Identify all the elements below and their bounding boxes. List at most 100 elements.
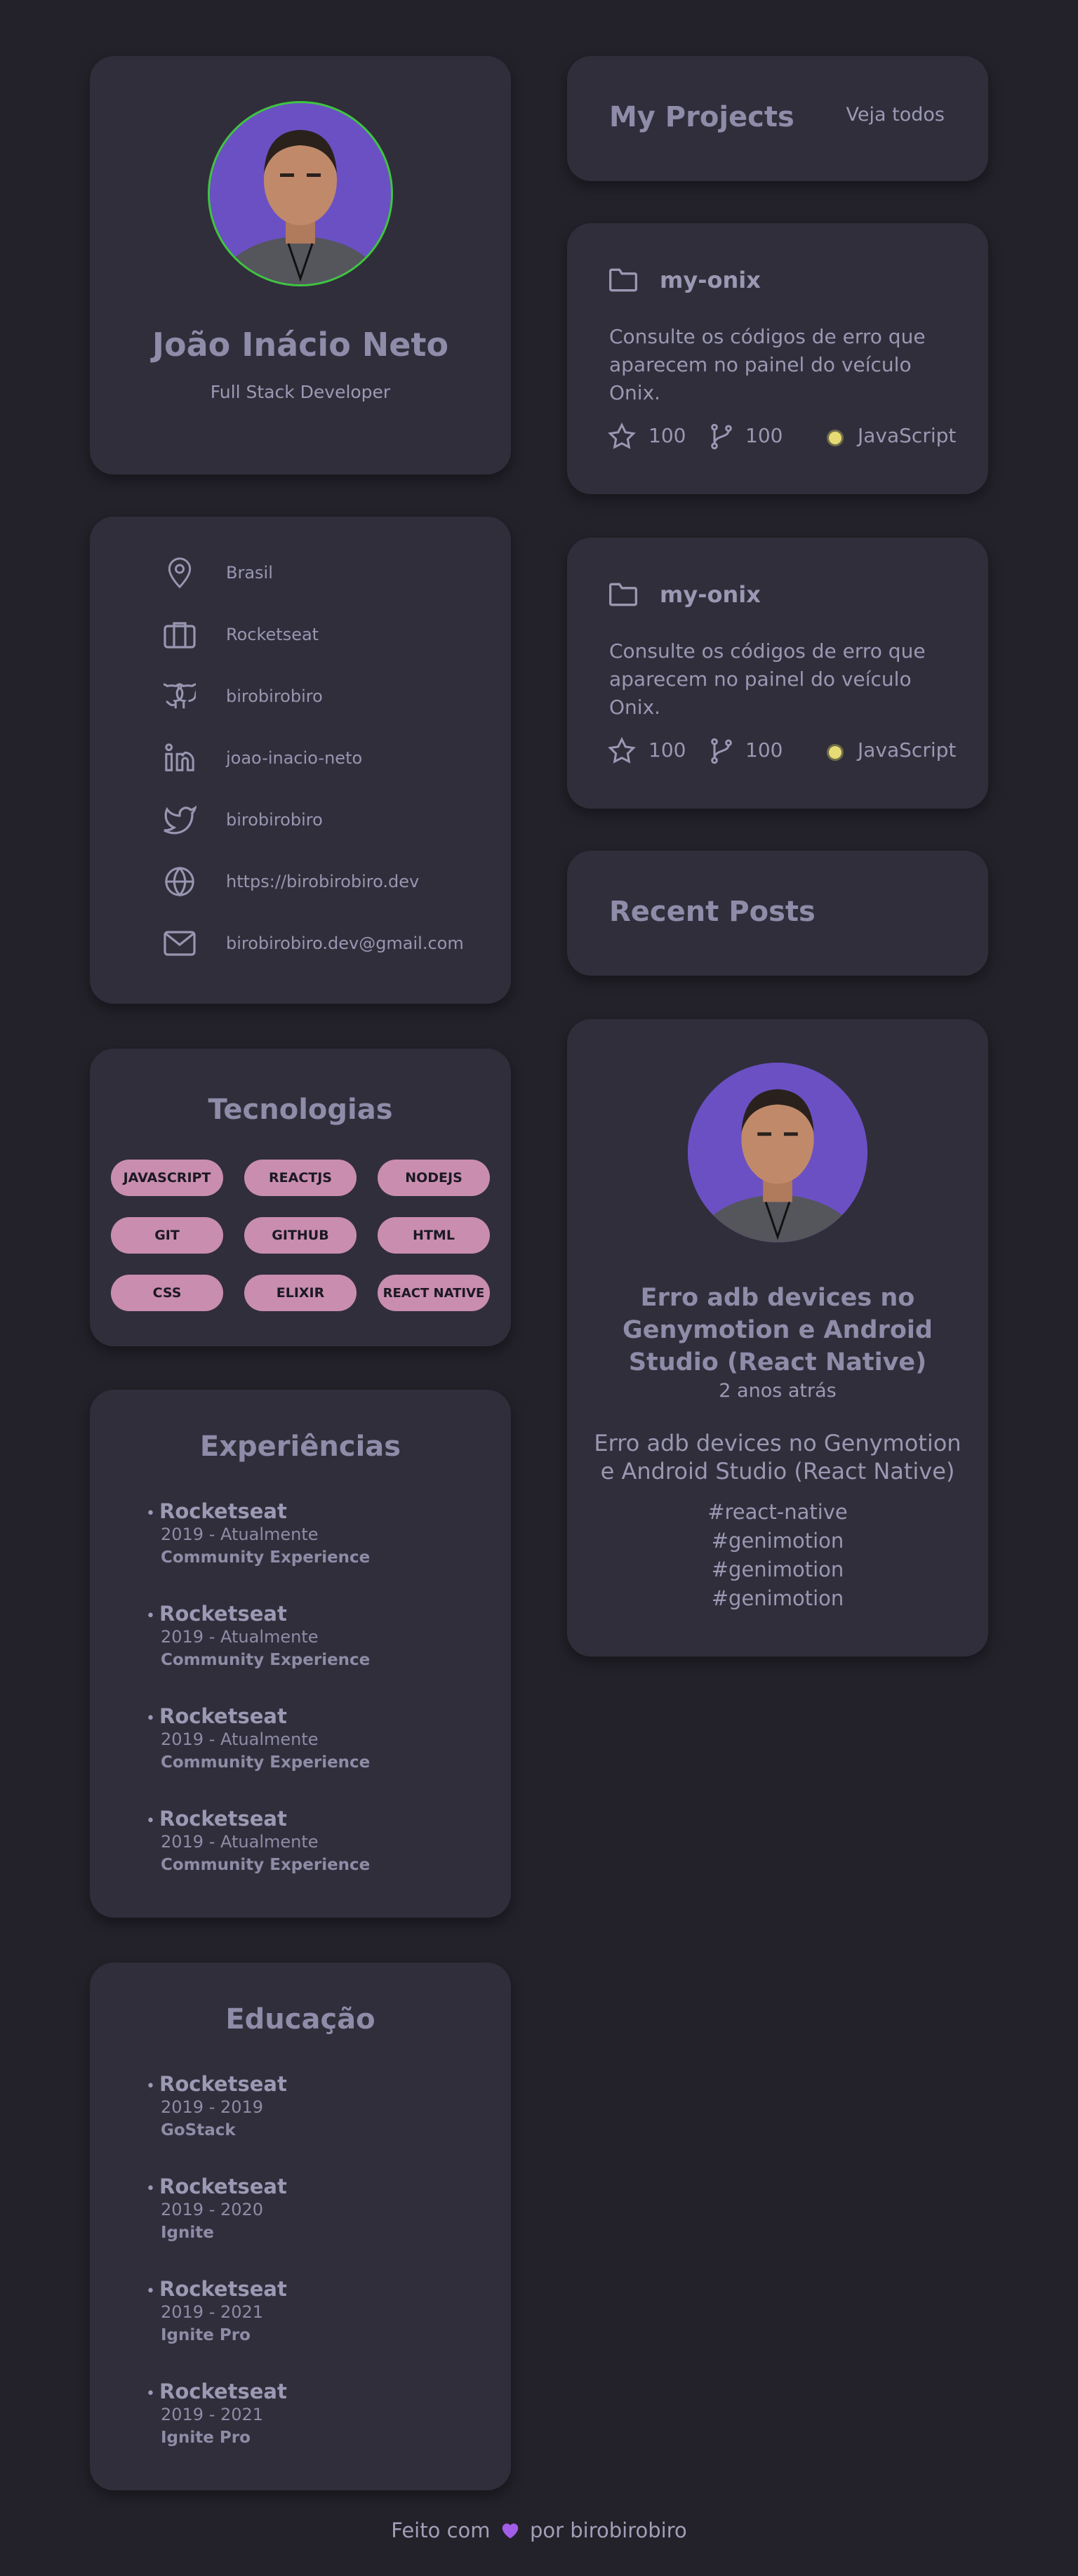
language-color-dot bbox=[827, 744, 844, 761]
footer-suffix: por birobirobiro bbox=[529, 2518, 687, 2542]
experience-role: Community Experience bbox=[161, 1548, 371, 1567]
tech-pill: ELIXIR bbox=[244, 1275, 357, 1311]
project-language: JavaScript bbox=[858, 738, 957, 762]
link-label: Brasil bbox=[226, 563, 273, 583]
education-course: GoStack bbox=[161, 2121, 236, 2139]
globe-icon bbox=[160, 862, 199, 901]
education-item: • Rocketseat 2019 - 2021 Ignite Pro bbox=[146, 2277, 287, 2344]
folder-icon bbox=[608, 581, 639, 608]
git-fork-icon bbox=[707, 423, 736, 451]
project-card[interactable]: my-onix Consulte os códigos de erro que … bbox=[567, 538, 988, 809]
technologies-title: Tecnologias bbox=[208, 1094, 393, 1126]
posts-title: Recent Posts bbox=[609, 896, 816, 928]
footer: Feito com por birobirobiro bbox=[0, 2518, 1078, 2544]
twitter-icon bbox=[160, 800, 199, 839]
education-period: 2019 - 2021 bbox=[161, 2302, 264, 2322]
post-author-avatar bbox=[688, 1063, 867, 1242]
experience-period: 2019 - Atualmente bbox=[161, 1832, 319, 1852]
education-school: Rocketseat bbox=[159, 2277, 287, 2301]
project-forks: 100 bbox=[745, 738, 783, 762]
experience-role: Community Experience bbox=[161, 1651, 371, 1669]
education-period: 2019 - 2021 bbox=[161, 2405, 264, 2424]
education-school: Rocketseat bbox=[159, 2175, 287, 2198]
mail-icon bbox=[160, 924, 199, 963]
contact-links-card: Brasil Rocketseat birobirobiro joao-inac… bbox=[90, 517, 511, 1004]
map-pin-icon bbox=[160, 553, 199, 592]
education-course: Ignite Pro bbox=[161, 2326, 251, 2344]
projects-title: My Projects bbox=[609, 101, 794, 133]
education-course: Ignite bbox=[161, 2224, 214, 2242]
experience-period: 2019 - Atualmente bbox=[161, 1525, 319, 1544]
link-company: Rocketseat bbox=[160, 615, 319, 654]
projects-header-card: My Projects Veja todos bbox=[567, 56, 988, 181]
link-email[interactable]: birobirobiro.dev@gmail.com bbox=[160, 924, 464, 963]
footer-prefix: Feito com bbox=[391, 2518, 491, 2542]
link-label: joao-inacio-neto bbox=[226, 748, 363, 768]
tech-pill: GIT bbox=[111, 1217, 223, 1254]
post-tag[interactable]: #genimotion bbox=[567, 1555, 988, 1584]
posts-header-card: Recent Posts bbox=[567, 851, 988, 976]
education-title: Educação bbox=[225, 2003, 375, 2036]
experiences-card: Experiências • Rocketseat 2019 - Atualmen… bbox=[90, 1390, 511, 1918]
project-stars: 100 bbox=[648, 738, 686, 762]
link-website[interactable]: https://birobirobiro.dev bbox=[160, 862, 419, 901]
project-card[interactable]: my-onix Consulte os códigos de erro que … bbox=[567, 223, 988, 494]
linkedin-icon bbox=[160, 738, 199, 778]
post-summary: Erro adb devices no Genymotion e Android… bbox=[594, 1430, 961, 1485]
profile-role: Full Stack Developer bbox=[210, 382, 391, 402]
link-linkedin[interactable]: joao-inacio-neto bbox=[160, 738, 362, 778]
git-fork-icon bbox=[707, 737, 736, 765]
briefcase-icon bbox=[160, 615, 199, 654]
language-color-dot bbox=[827, 430, 844, 446]
tech-pill: REACTJS bbox=[244, 1160, 357, 1196]
education-course: Ignite Pro bbox=[161, 2429, 251, 2447]
education-period: 2019 - 2019 bbox=[161, 2097, 264, 2117]
education-school: Rocketseat bbox=[159, 2072, 287, 2096]
purple-heart-icon bbox=[500, 2520, 521, 2544]
project-stars: 100 bbox=[648, 424, 686, 447]
tech-pill: REACT NATIVE bbox=[378, 1275, 490, 1311]
project-description: Consulte os códigos de erro que aparecem… bbox=[609, 639, 926, 719]
experience-company: Rocketseat bbox=[159, 1704, 287, 1728]
profile-avatar bbox=[208, 101, 393, 286]
project-name: my-onix bbox=[660, 267, 761, 293]
link-label: birobirobiro.dev@gmail.com bbox=[226, 934, 464, 953]
folder-icon bbox=[608, 267, 639, 293]
technologies-card: Tecnologias JAVASCRIPT REACTJS NODEJS GI… bbox=[90, 1049, 511, 1346]
link-label: birobirobiro bbox=[226, 686, 323, 706]
experience-item: • Rocketseat 2019 - Atualmente Community … bbox=[146, 1602, 371, 1669]
tech-pill: JAVASCRIPT bbox=[111, 1160, 223, 1196]
star-icon bbox=[608, 423, 636, 451]
post-tag[interactable]: #react-native bbox=[567, 1498, 988, 1527]
link-label: https://birobirobiro.dev bbox=[226, 872, 420, 891]
education-item: • Rocketseat 2019 - 2021 Ignite Pro bbox=[146, 2379, 287, 2447]
tech-pill: CSS bbox=[111, 1275, 223, 1311]
experience-item: • Rocketseat 2019 - Atualmente Community … bbox=[146, 1499, 371, 1567]
link-label: birobirobiro bbox=[226, 810, 323, 830]
experience-company: Rocketseat bbox=[159, 1807, 287, 1831]
education-item: • Rocketseat 2019 - 2019 GoStack bbox=[146, 2072, 287, 2139]
experience-company: Rocketseat bbox=[159, 1499, 287, 1523]
link-label: Rocketseat bbox=[226, 625, 319, 644]
link-github[interactable]: birobirobiro bbox=[160, 677, 323, 716]
education-item: • Rocketseat 2019 - 2020 Ignite bbox=[146, 2175, 287, 2242]
link-twitter[interactable]: birobirobiro bbox=[160, 800, 323, 839]
experience-company: Rocketseat bbox=[159, 1602, 287, 1626]
experience-item: • Rocketseat 2019 - Atualmente Community … bbox=[146, 1704, 371, 1772]
tech-pill: NODEJS bbox=[378, 1160, 490, 1196]
see-all-projects-link[interactable]: Veja todos bbox=[846, 104, 945, 126]
star-icon bbox=[608, 737, 636, 765]
post-tag[interactable]: #genimotion bbox=[567, 1584, 988, 1613]
post-card[interactable]: Erro adb devices no Genymotion e Android… bbox=[567, 1019, 988, 1657]
education-card: Educação • Rocketseat 2019 - 2019 GoStack… bbox=[90, 1963, 511, 2490]
project-forks: 100 bbox=[745, 424, 783, 447]
github-icon bbox=[160, 677, 199, 716]
post-tag[interactable]: #genimotion bbox=[567, 1527, 988, 1555]
tech-pill: HTML bbox=[378, 1217, 490, 1254]
post-title[interactable]: Erro adb devices no Genymotion e Android… bbox=[588, 1282, 967, 1379]
profile-name: João Inácio Neto bbox=[152, 326, 449, 364]
education-school: Rocketseat bbox=[159, 2379, 287, 2403]
project-name: my-onix bbox=[660, 581, 761, 608]
experience-period: 2019 - Atualmente bbox=[161, 1729, 319, 1749]
experience-role: Community Experience bbox=[161, 1856, 371, 1874]
